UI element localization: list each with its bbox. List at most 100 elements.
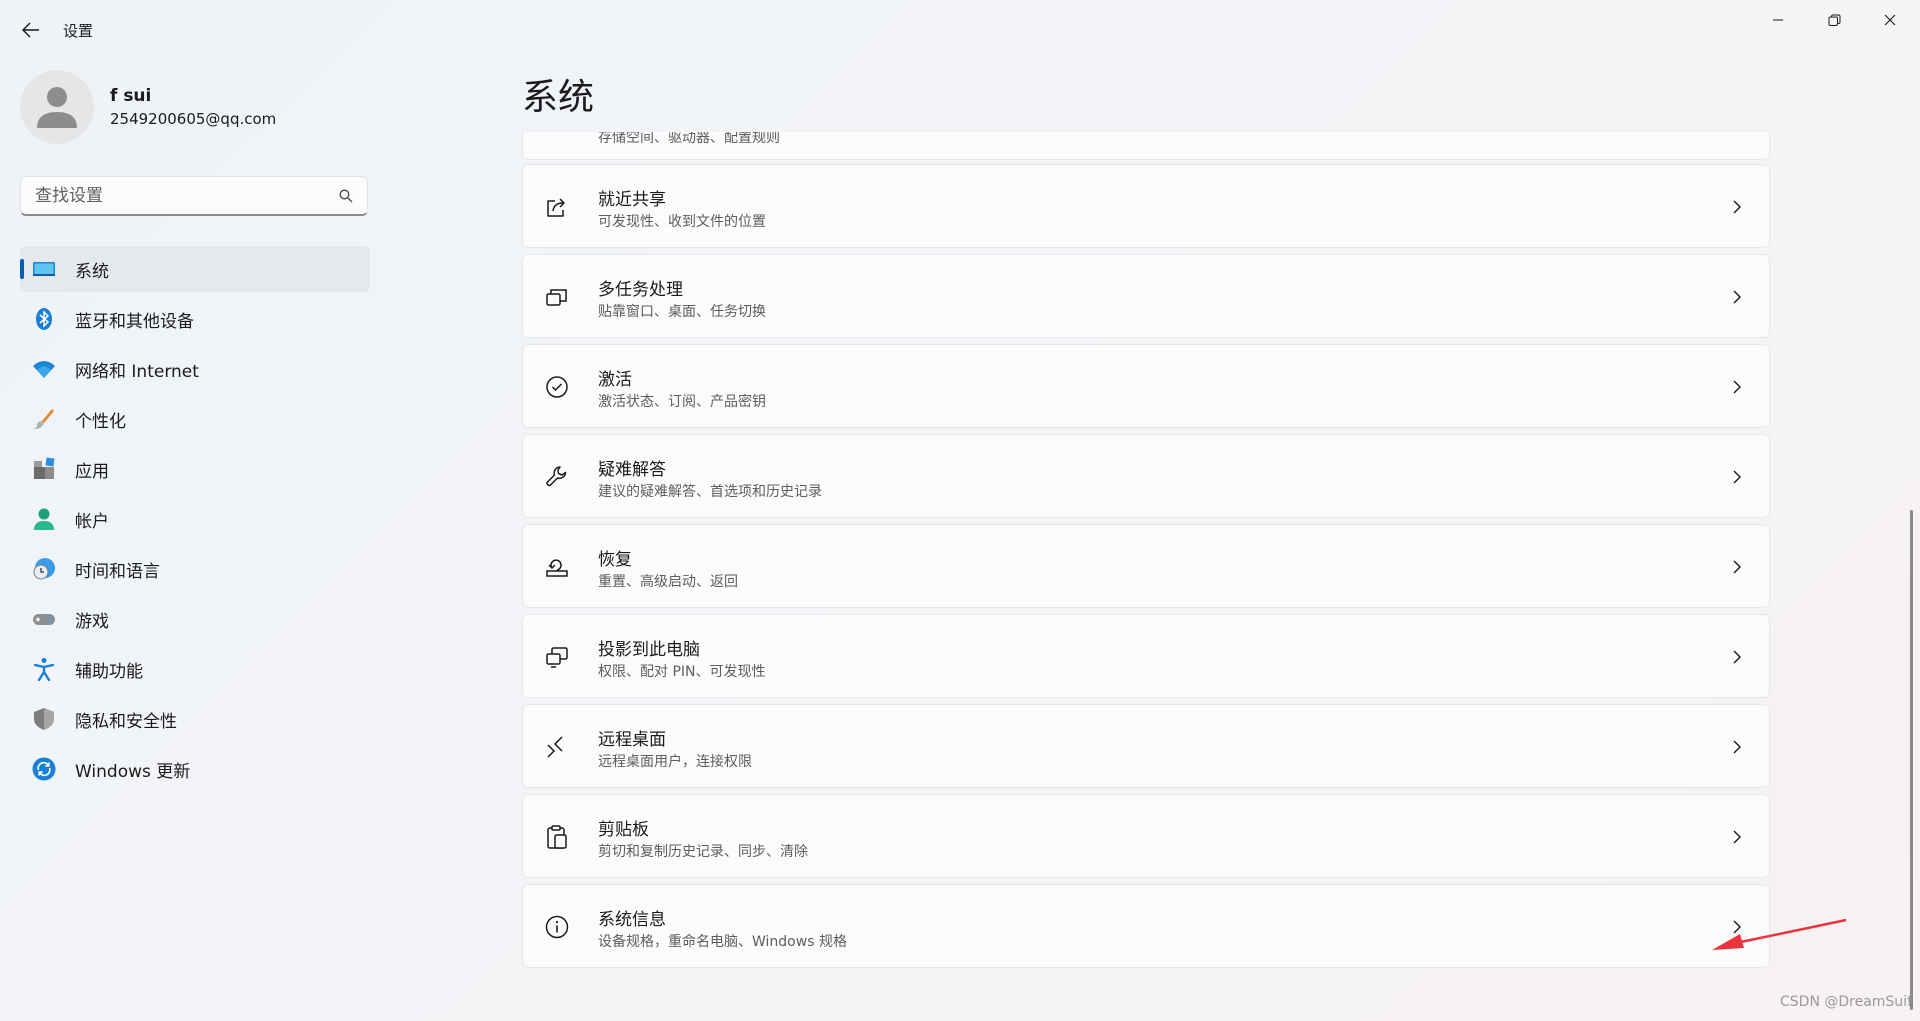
check-circle-icon [546, 376, 568, 398]
sidebar-item-label: 帐户 [75, 511, 109, 532]
chevron-right-icon [1733, 380, 1741, 394]
remote-desktop-icon [547, 736, 563, 758]
minimize-icon [1773, 19, 1783, 21]
sidebar-item-accessibility[interactable]: 辅助功能 [20, 646, 370, 692]
clipboard-icon [547, 825, 567, 849]
sidebar-item-label: 时间和语言 [75, 561, 160, 582]
sidebar-item-apps[interactable]: 应用 [20, 446, 370, 492]
card-subtitle: 远程桌面用户，连接权限 [598, 754, 752, 770]
title-bar: 设置 [0, 0, 1920, 60]
sidebar-nav: 系统 蓝牙和其他设备 网络和 Internet 个性化 应用 帐户 时间和语言 … [20, 246, 370, 796]
gamepad-icon [33, 614, 55, 625]
brush-icon [34, 409, 54, 430]
card-title: 远程桌面 [598, 730, 666, 750]
multitask-icon [546, 289, 567, 306]
share-icon [547, 198, 565, 217]
sidebar-item-network[interactable]: 网络和 Internet [20, 346, 370, 392]
card-title: 剪贴板 [598, 820, 649, 840]
settings-card-about[interactable]: 系统信息 设备规格，重命名电脑、Windows 规格 [522, 884, 1770, 968]
card-title: 恢复 [598, 550, 632, 570]
restore-icon [1828, 14, 1840, 26]
search-input[interactable] [33, 185, 337, 207]
chevron-right-icon [1733, 560, 1741, 574]
card-subtitle: 权限、配对 PIN、可发现性 [598, 664, 766, 680]
time-language-icon [33, 558, 55, 580]
user-name: f sui [110, 86, 152, 106]
account-icon [34, 508, 54, 530]
sidebar-item-bluetooth[interactable]: 蓝牙和其他设备 [20, 296, 370, 342]
search-icon[interactable] [339, 189, 353, 203]
sidebar-item-time-language[interactable]: 时间和语言 [20, 546, 370, 592]
sidebar-item-label: 辅助功能 [75, 661, 143, 682]
user-email: 2549200605@qq.com [110, 110, 277, 128]
settings-card-nearby-sharing[interactable]: 就近共享 可发现性、收到文件的位置 [522, 164, 1770, 248]
chevron-right-icon [1733, 290, 1741, 304]
bluetooth-icon [36, 308, 52, 330]
card-subtitle: 可发现性、收到文件的位置 [598, 214, 766, 230]
card-title: 多任务处理 [598, 280, 683, 300]
card-subtitle: 存储空间、驱动器、配置规则 [598, 132, 780, 146]
update-icon [32, 757, 56, 781]
sidebar-item-label: 隐私和安全性 [75, 711, 177, 732]
minimize-button[interactable] [1750, 0, 1806, 40]
wrench-icon [546, 466, 567, 487]
card-subtitle: 剪切和复制历史记录、同步、清除 [598, 844, 808, 860]
card-title: 就近共享 [598, 190, 666, 210]
apps-icon [34, 457, 55, 479]
info-icon [545, 915, 569, 939]
chevron-right-icon [1733, 650, 1741, 664]
settings-list: 存储空间、驱动器、配置规则 就近共享 可发现性、收到文件的位置 多任务处理 贴靠… [520, 132, 1775, 992]
settings-card-activation[interactable]: 激活 激活状态、订阅、产品密钥 [522, 344, 1770, 428]
maximize-button[interactable] [1806, 0, 1862, 40]
settings-card-multitasking[interactable]: 多任务处理 贴靠窗口、桌面、任务切换 [522, 254, 1770, 338]
wifi-icon [33, 361, 55, 378]
chevron-right-icon [1733, 740, 1741, 754]
system-icon [33, 262, 55, 276]
settings-card-troubleshoot[interactable]: 疑难解答 建议的疑难解答、首选项和历史记录 [522, 434, 1770, 518]
avatar[interactable] [20, 70, 94, 144]
settings-card-project-to-pc[interactable]: 投影到此电脑 权限、配对 PIN、可发现性 [522, 614, 1770, 698]
chevron-right-icon [1733, 830, 1741, 844]
card-subtitle: 重置、高级启动、返回 [598, 574, 738, 590]
search-box[interactable] [20, 176, 368, 216]
app-title: 设置 [63, 22, 94, 40]
card-subtitle: 贴靠窗口、桌面、任务切换 [598, 304, 766, 320]
settings-card-partial[interactable]: 存储空间、驱动器、配置规则 [522, 132, 1770, 160]
project-icon [546, 647, 568, 668]
sidebar-item-label: 个性化 [75, 411, 126, 432]
sidebar-item-system[interactable]: 系统 [20, 246, 370, 292]
card-title: 系统信息 [598, 910, 666, 930]
settings-card-remote-desktop[interactable]: 远程桌面 远程桌面用户，连接权限 [522, 704, 1770, 788]
card-title: 激活 [598, 370, 632, 390]
settings-card-recovery[interactable]: 恢复 重置、高级启动、返回 [522, 524, 1770, 608]
card-subtitle: 激活状态、订阅、产品密钥 [598, 394, 766, 410]
sidebar-item-label: 系统 [75, 261, 109, 282]
sidebar-item-label: 蓝牙和其他设备 [75, 311, 194, 332]
close-button[interactable] [1862, 0, 1918, 40]
watermark: CSDN @DreamSuif [1780, 994, 1913, 1010]
card-title: 疑难解答 [598, 460, 666, 480]
page-title: 系统 [522, 77, 595, 118]
sidebar-item-windows-update[interactable]: Windows 更新 [20, 746, 370, 792]
sidebar-item-gaming[interactable]: 游戏 [20, 596, 370, 642]
shield-icon [34, 708, 54, 730]
active-indicator [20, 259, 24, 279]
back-button[interactable] [14, 14, 48, 46]
sidebar-item-privacy[interactable]: 隐私和安全性 [20, 696, 370, 742]
sidebar-item-label: 应用 [75, 461, 109, 482]
settings-card-clipboard[interactable]: 剪贴板 剪切和复制历史记录、同步、清除 [522, 794, 1770, 878]
sidebar-item-label: 游戏 [75, 611, 109, 632]
sidebar-item-label: Windows 更新 [75, 761, 191, 782]
close-icon [1884, 14, 1896, 26]
card-subtitle: 建议的疑难解答、首选项和历史记录 [598, 484, 822, 500]
sidebar-item-accounts[interactable]: 帐户 [20, 496, 370, 542]
card-subtitle: 设备规格，重命名电脑、Windows 规格 [598, 934, 847, 950]
accessibility-icon [33, 658, 55, 681]
chevron-right-icon [1733, 200, 1741, 214]
sidebar-item-personalization[interactable]: 个性化 [20, 396, 370, 442]
card-title: 投影到此电脑 [598, 640, 700, 660]
back-arrow-icon [22, 22, 39, 38]
annotation-arrow-icon [1712, 918, 1847, 950]
scrollbar-thumb[interactable] [1910, 510, 1913, 1010]
user-placeholder-icon [37, 87, 77, 128]
